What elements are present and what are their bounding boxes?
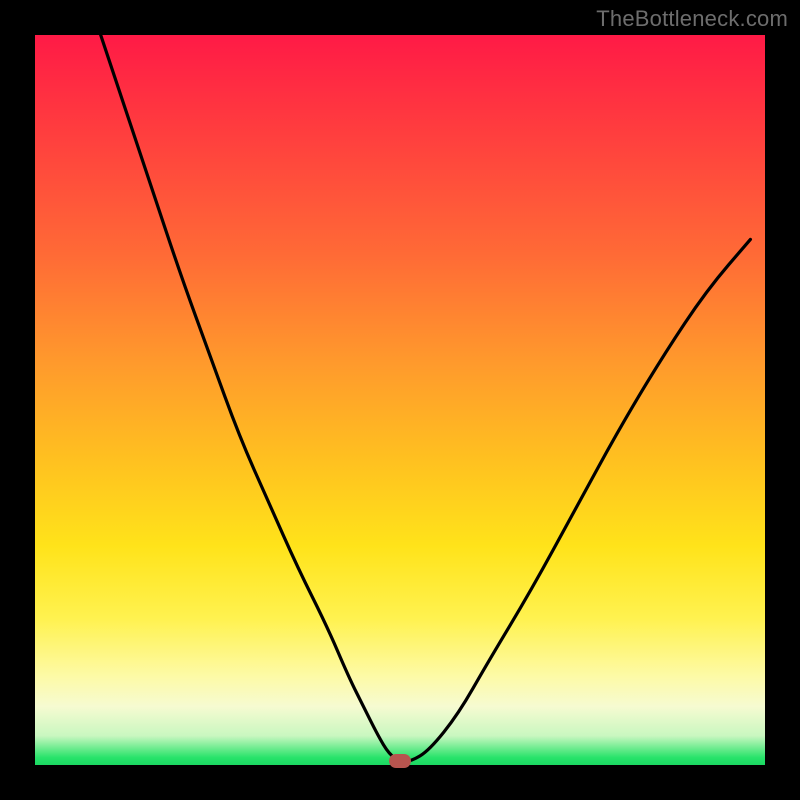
chart-frame: TheBottleneck.com — [0, 0, 800, 800]
bottleneck-curve — [35, 35, 765, 765]
watermark-text: TheBottleneck.com — [596, 6, 788, 32]
plot-area — [35, 35, 765, 765]
optimum-marker — [389, 754, 411, 768]
